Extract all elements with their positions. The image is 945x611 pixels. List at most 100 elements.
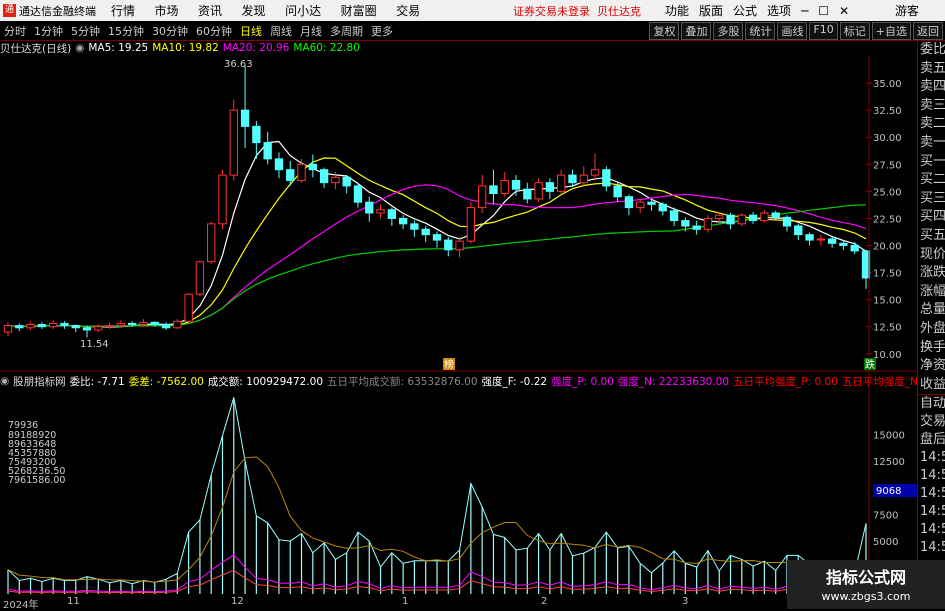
candle-body	[195, 261, 205, 295]
mark2-label: 跌	[865, 358, 875, 371]
candle-body	[331, 176, 340, 184]
price-axis-label: 27.50	[873, 160, 902, 171]
candle-body	[455, 240, 464, 251]
candle-body	[94, 326, 103, 331]
candle-body	[410, 223, 419, 230]
side-item[interactable]: 买二	[918, 171, 945, 190]
price-axis-label: 10.00	[873, 350, 902, 361]
candle-body	[150, 321, 159, 326]
candle-body	[71, 325, 80, 329]
candle-body	[15, 325, 24, 329]
side-item[interactable]: 总量	[918, 301, 945, 320]
candle-body	[579, 174, 588, 184]
low-price-label: 11.54	[80, 339, 109, 350]
side-item2[interactable]: 自动	[918, 395, 945, 413]
vol-line	[7, 397, 867, 585]
price-axis-label: 30.00	[873, 133, 902, 144]
candle-body	[308, 163, 317, 171]
ma60-line	[7, 204, 867, 328]
side-item[interactable]: 买四	[918, 208, 945, 227]
candle-body	[82, 327, 92, 331]
candle-body	[782, 216, 792, 227]
price-axis-label: 12.50	[873, 323, 902, 334]
candle-body	[37, 324, 47, 328]
price-axis-label: 35.00	[873, 79, 902, 90]
side-item[interactable]: 卖四	[918, 78, 945, 97]
side-item[interactable]: 换手	[918, 339, 945, 358]
candle-body	[590, 169, 600, 176]
candle-body	[263, 142, 272, 160]
side-item[interactable]: 买三	[918, 190, 945, 209]
side-item[interactable]: 收益	[918, 376, 945, 395]
ma20-line	[7, 184, 867, 328]
mark1-label: 榜	[444, 358, 454, 371]
side-item[interactable]: 外盘	[918, 320, 945, 339]
time-axis: 2024年 11 12 1 2 3	[0, 596, 917, 611]
tb-fanhui-button[interactable]: 返回	[913, 22, 943, 40]
candle-body	[511, 180, 521, 190]
candle-body	[252, 125, 261, 144]
candle-body	[737, 214, 746, 225]
candle-body	[3, 325, 13, 333]
vol-axis-label: 12500	[873, 457, 905, 468]
time-label: 3	[682, 596, 689, 607]
candle-body	[703, 217, 713, 230]
side-item[interactable]: 买一	[918, 153, 945, 172]
time-label: 2	[541, 596, 548, 607]
candle-body	[794, 225, 803, 236]
candle-body	[286, 169, 295, 182]
side-item[interactable]: 卖三	[918, 97, 945, 116]
side-item[interactable]: 委比	[918, 41, 945, 60]
candle-body	[771, 212, 780, 218]
candle-body	[444, 239, 453, 251]
price-axis-label: 17.50	[873, 269, 902, 280]
candle-body	[173, 320, 182, 329]
side-item[interactable]: 卖一	[918, 134, 945, 153]
candle-body	[139, 321, 148, 326]
candle-body	[466, 207, 476, 242]
side-item[interactable]: 买五	[918, 227, 945, 246]
time-label: 11	[67, 596, 80, 607]
candle-body	[207, 223, 216, 263]
candle-body	[105, 325, 114, 328]
side-item[interactable]: 涨幅	[918, 283, 945, 302]
candle-body	[274, 158, 284, 171]
price-axis-label: 25.00	[873, 187, 902, 198]
side-item2[interactable]: 盘后	[918, 431, 945, 449]
candle-body	[850, 244, 859, 252]
candle-body	[669, 210, 679, 222]
side-item[interactable]: 卖五	[918, 60, 945, 79]
candle-body	[387, 209, 397, 219]
chart-area[interactable]: 15000125001000075005000 35.0032.5030.002…	[0, 0, 917, 609]
candle-body	[376, 209, 385, 214]
vol-axis-label: 5000	[873, 537, 898, 548]
candle-body	[240, 109, 250, 127]
side-item2[interactable]: 交易	[918, 413, 945, 431]
candle-body	[500, 180, 509, 195]
side-item[interactable]: 净资	[918, 357, 945, 376]
side-item[interactable]: 涨跌	[918, 264, 945, 283]
candle-body	[760, 212, 769, 222]
side-item[interactable]: 卖二	[918, 115, 945, 134]
candle-body	[161, 324, 171, 329]
time-label: 12	[231, 596, 244, 607]
side-item[interactable]: 现价	[918, 246, 945, 265]
candle-body	[816, 238, 826, 241]
watermark-title: 指标公式网	[825, 568, 906, 587]
price-axis-label: 20.00	[873, 241, 902, 252]
vol-axis-label: 7500	[873, 510, 898, 521]
candle-body	[229, 109, 238, 176]
candle-body	[726, 214, 735, 225]
candle-body	[602, 169, 611, 187]
candle-body	[297, 163, 306, 182]
vol-label: 7961586.00	[8, 475, 65, 486]
candle-body	[523, 188, 532, 200]
candle-body	[805, 234, 814, 241]
candle-body	[319, 169, 329, 184]
vol-axis-label: 15000	[873, 431, 905, 442]
axis-labels: 35.00 32.50 30.00 27.50 25.00 22.50 20.00 17.50…	[873, 79, 902, 361]
volume-indicator: 15000125001000075005000	[7, 397, 905, 594]
candle-body	[557, 174, 566, 192]
candle-body	[636, 201, 645, 209]
candle-body	[128, 322, 137, 326]
